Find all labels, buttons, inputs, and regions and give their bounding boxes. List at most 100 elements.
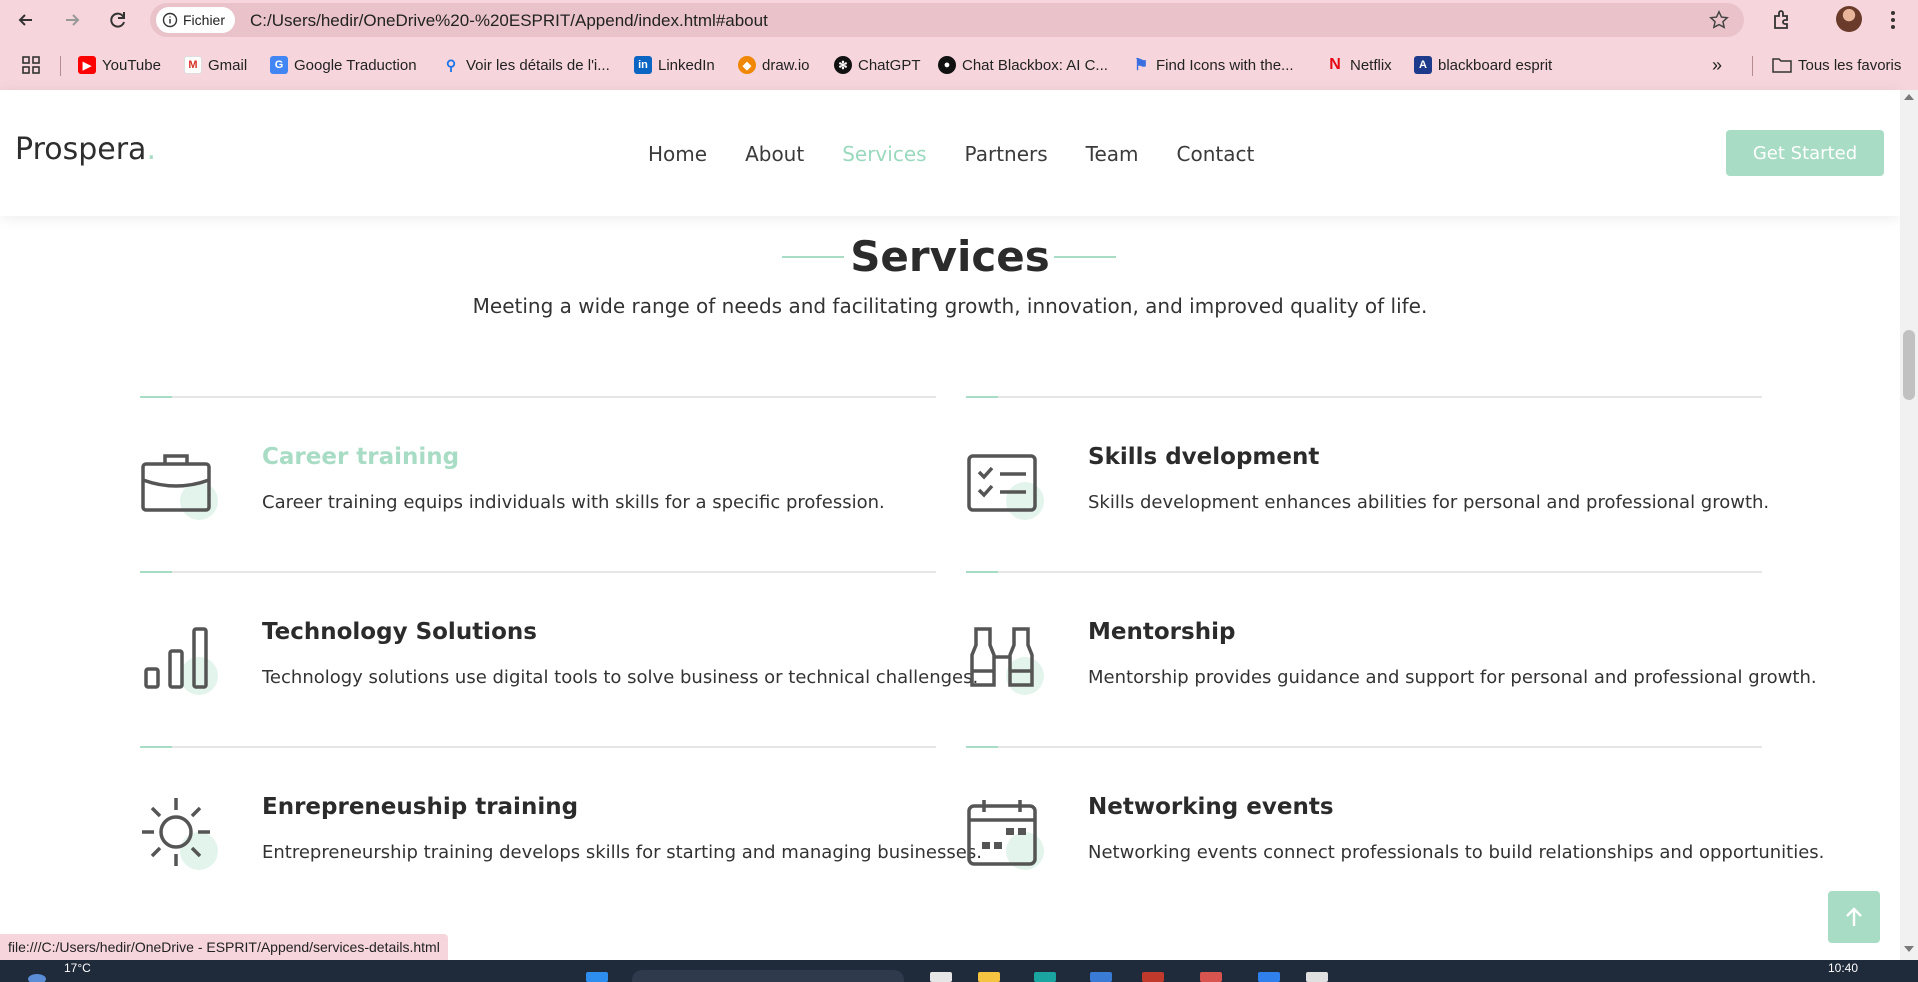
service-card-career-training[interactable]: Career training Career training equips i… — [140, 396, 936, 566]
bookmark-label: Google Traduction — [294, 56, 417, 74]
bookmark-chatgpt[interactable]: ✻ ChatGPT — [834, 52, 921, 78]
bookmark-label: LinkedIn — [658, 56, 715, 74]
card-divider — [140, 746, 936, 748]
service-title[interactable]: Technology Solutions — [262, 619, 537, 645]
vscode-icon[interactable] — [1258, 972, 1280, 982]
service-title[interactable]: Mentorship — [1088, 619, 1235, 645]
more-menu-icon[interactable] — [1890, 8, 1896, 32]
windows-start-icon[interactable] — [586, 972, 608, 982]
bookmark-youtube[interactable]: ▶ YouTube — [78, 52, 161, 78]
reload-button[interactable] — [104, 6, 132, 34]
app-icon[interactable] — [1306, 972, 1328, 982]
bookmark-label: Find Icons with the... — [1156, 56, 1294, 74]
bookmark-linkedin[interactable]: in LinkedIn — [634, 52, 715, 78]
service-title[interactable]: Skills dvelopment — [1088, 444, 1319, 470]
bookmark-star-icon[interactable] — [1708, 9, 1730, 31]
url-text[interactable]: C:/Users/hedir/OneDrive%20-%20ESPRIT/App… — [250, 11, 768, 31]
bookmark-voir-details[interactable]: ⚲ Voir les détails de l'i... — [442, 52, 610, 78]
nav-team[interactable]: Team — [1086, 142, 1139, 166]
folder-icon — [1772, 58, 1792, 73]
bookmark-find-icons[interactable]: ⚑ Find Icons with the... — [1132, 52, 1294, 78]
forward-button[interactable] — [58, 6, 86, 34]
nav-services[interactable]: Services — [842, 142, 926, 166]
os-taskbar: 17°C 10:40 — [0, 960, 1918, 982]
mail-icon[interactable] — [1142, 972, 1164, 982]
get-started-button[interactable]: Get Started — [1726, 130, 1884, 176]
link-status-bar: file:///C:/Users/hedir/OneDrive - ESPRIT… — [0, 934, 448, 960]
bookmark-label: draw.io — [762, 56, 810, 74]
bookmark-google-translate[interactable]: G Google Traduction — [270, 52, 417, 78]
blackboard-icon: A — [1414, 56, 1432, 74]
service-card-entrepreneurship-training[interactable]: Enrepreneuship training Entrepreneurship… — [140, 746, 982, 916]
nav-partners[interactable]: Partners — [965, 142, 1048, 166]
drawio-icon: ◆ — [738, 56, 756, 74]
site-logo[interactable]: Prospera. — [15, 132, 156, 167]
gmail-icon: M — [184, 56, 202, 74]
taskbar-search-box[interactable] — [632, 970, 904, 982]
service-card-networking-events[interactable]: Networking events Networking events conn… — [966, 746, 1824, 916]
bookmark-label: YouTube — [102, 56, 161, 74]
nav-about[interactable]: About — [745, 142, 804, 166]
browser-chrome: Fichier C:/Users/hedir/OneDrive%20-%20ES… — [0, 0, 1918, 90]
checklist-icon — [966, 446, 1044, 522]
service-card-mentorship[interactable]: Mentorship Mentorship provides guidance … — [966, 571, 1817, 741]
file-explorer-icon[interactable] — [978, 972, 1000, 982]
briefcase-icon — [140, 446, 218, 522]
profile-avatar[interactable] — [1836, 6, 1862, 32]
card-divider-accent — [966, 746, 998, 748]
arrow-up-icon — [1846, 907, 1862, 926]
url-chip-label: Fichier — [183, 12, 226, 28]
edge-browser-icon[interactable] — [1034, 972, 1056, 982]
service-card-skills-development[interactable]: Skills dvelopment Skills development enh… — [966, 396, 1769, 566]
bookmark-blackbox[interactable]: ● Chat Blackbox: AI C... — [938, 52, 1108, 78]
bookmarks-bar: ▶ YouTube M Gmail G Google Traduction ⚲ … — [0, 48, 1918, 82]
bar-chart-icon — [140, 621, 218, 697]
bookmark-label: Netflix — [1350, 56, 1392, 74]
nav-contact[interactable]: Contact — [1177, 142, 1255, 166]
bookmark-label: blackboard esprit — [1438, 56, 1553, 74]
scroll-down-arrow[interactable] — [1904, 946, 1914, 952]
task-view-icon[interactable] — [930, 972, 952, 982]
service-description: Career training equips individuals with … — [262, 492, 885, 513]
service-card-technology-solutions[interactable]: Technology Solutions Technology solution… — [140, 571, 978, 741]
card-divider — [966, 396, 1762, 398]
scrollbar-thumb[interactable] — [1903, 330, 1915, 400]
more-bookmarks-button[interactable]: » — [1712, 52, 1722, 78]
all-bookmarks-folder[interactable]: Tous les favoris — [1772, 52, 1901, 78]
card-divider-accent — [140, 396, 172, 398]
address-row: Fichier C:/Users/hedir/OneDrive%20-%20ES… — [0, 0, 1918, 40]
bookmarks-separator — [60, 56, 61, 76]
page-scrollbar[interactable] — [1900, 90, 1918, 960]
store-icon[interactable] — [1090, 972, 1112, 982]
services-section-title: Services — [850, 232, 1050, 281]
scroll-up-arrow[interactable] — [1904, 94, 1914, 100]
bookmark-drawio[interactable]: ◆ draw.io — [738, 52, 810, 78]
extensions-puzzle-icon[interactable] — [1770, 8, 1794, 32]
bookmarks-separator — [1752, 56, 1753, 76]
back-to-top-button[interactable] — [1828, 891, 1880, 943]
back-button[interactable] — [12, 6, 40, 34]
service-description: Skills development enhances abilities fo… — [1088, 492, 1770, 513]
logo-dot: . — [146, 132, 156, 167]
address-bar[interactable]: Fichier C:/Users/hedir/OneDrive%20-%20ES… — [150, 3, 1744, 37]
service-title[interactable]: Networking events — [1088, 794, 1334, 820]
netflix-icon: N — [1329, 56, 1341, 73]
bookmark-gmail[interactable]: M Gmail — [184, 52, 247, 78]
card-divider — [966, 571, 1762, 573]
youtube-icon: ▶ — [78, 56, 96, 74]
chrome-taskbar-icon[interactable] — [1200, 972, 1222, 982]
reload-icon — [110, 12, 125, 28]
weather-icon[interactable] — [28, 974, 46, 982]
nav-home[interactable]: Home — [648, 142, 707, 166]
services-subtitle: Meeting a wide range of needs and facili… — [472, 294, 1428, 318]
service-title[interactable]: Career training — [262, 444, 459, 470]
all-bookmarks-label: Tous les favoris — [1798, 56, 1902, 74]
bookmark-netflix[interactable]: N Netflix — [1326, 52, 1392, 78]
blackbox-icon: ● — [938, 56, 956, 74]
bookmark-label: Gmail — [208, 56, 248, 74]
service-description: Networking events connect professionals … — [1088, 842, 1825, 863]
apps-button[interactable] — [22, 52, 40, 78]
site-info-chip[interactable]: Fichier — [156, 7, 236, 33]
service-title[interactable]: Enrepreneuship training — [262, 794, 578, 820]
bookmark-blackboard[interactable]: A blackboard esprit — [1414, 52, 1552, 78]
